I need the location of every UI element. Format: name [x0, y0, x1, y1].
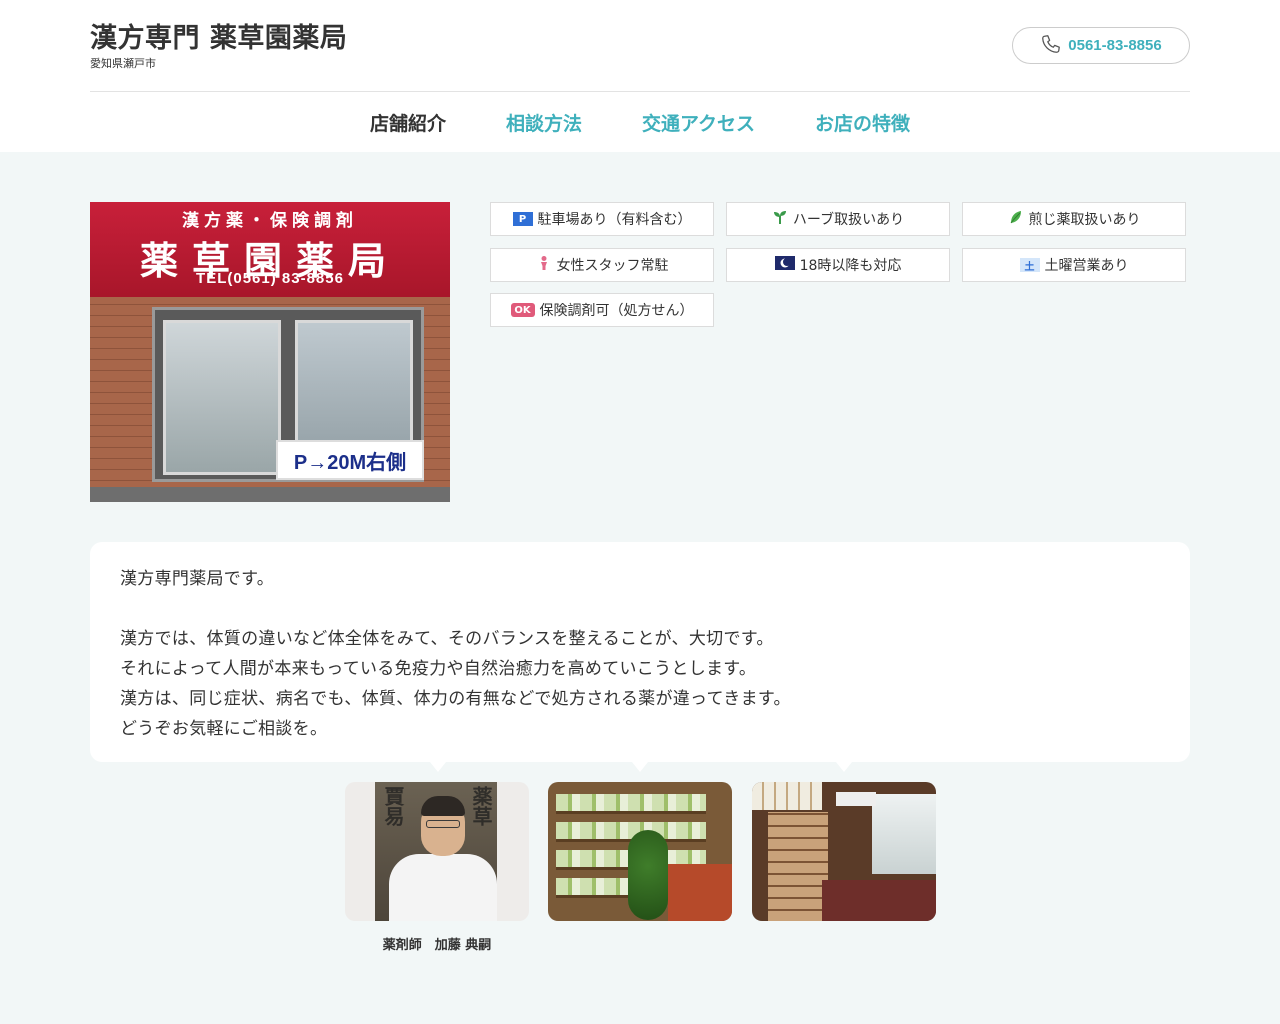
intro-line: 漢方専門薬局です。 [120, 569, 274, 589]
feature-parking: P 駐車場あり（有料含む） [490, 202, 714, 236]
feature-label: 18時以降も対応 [799, 258, 902, 274]
feature-herb: ハーブ取扱いあり [726, 202, 950, 236]
parking-sign: P→20M右側 [276, 440, 424, 480]
nav-features[interactable]: お店の特徴 [815, 109, 910, 136]
intro-text-box: 漢方専門薬局です。 漢方では、体質の違いなど体全体をみて、そのバランスを整えるこ… [90, 542, 1190, 762]
feature-after-18: 18時以降も対応 [726, 248, 950, 282]
potted-plant [628, 830, 668, 920]
feature-decoction: 煎じ薬取扱いあり [962, 202, 1186, 236]
phone-number: 0561-83-8856 [1068, 37, 1162, 54]
product-shelf [556, 794, 706, 814]
site-title[interactable]: 漢方専門 薬草園薬局 [90, 16, 347, 55]
intro-line [120, 594, 1160, 624]
saturday-icon: 土 [1019, 258, 1040, 273]
shop-sign: 漢方薬・保険調剤 薬草園薬局 TEL(0561) 83-8856 [90, 202, 450, 297]
nav-shop-intro[interactable]: 店舗紹介 [370, 109, 446, 136]
sign-tel-text: TEL(0561) 83-8856 [196, 270, 344, 287]
pharmacist-caption: 薬剤師 加藤 典嗣 [382, 938, 492, 953]
sign-top-text: 漢方薬・保険調剤 [182, 211, 358, 231]
intro-line: 漢方では、体質の違いなど体全体をみて、そのバランスを整えることが、大切です。 [120, 629, 774, 649]
herb-drawers [768, 812, 828, 921]
calligraphy-scroll: 薬草 [469, 786, 493, 826]
intro-line: それによって人間が本来もっている免疫力や自然治癒力を高めていこうとします。 [120, 659, 757, 679]
feature-label: ハーブ取扱いあり [792, 212, 905, 228]
shelf-photo[interactable] [548, 782, 732, 921]
intro-line: 漢方は、同じ症状、病名でも、体質、体力の有無などで処方される薬が違ってきます。 [120, 689, 791, 709]
photo-gallery: 賈易 薬草 [345, 782, 937, 922]
storefront-photo: 漢方薬・保険調剤 薬草園薬局 TEL(0561) 83-8856 P→20M右側 [90, 202, 450, 502]
feature-label: 保険調剤可（処方せん） [539, 303, 694, 319]
interior-photo[interactable] [752, 782, 936, 921]
main-nav: 店舗紹介 相談方法 交通アクセス お店の特徴 [90, 92, 1190, 152]
shop-counter [668, 864, 732, 921]
female-staff-icon [536, 255, 552, 275]
feature-label: 煎じ薬取扱いあり [1028, 212, 1141, 228]
site-location: 愛知県瀬戸市 [90, 57, 156, 70]
intro-line: どうぞお気軽にご相談を。 [120, 719, 328, 739]
pharmacist-photo[interactable]: 賈易 薬草 [345, 782, 529, 921]
air-conditioner [836, 792, 876, 806]
shop-window [872, 794, 936, 874]
nav-consultation[interactable]: 相談方法 [506, 109, 582, 136]
speech-notch [836, 762, 852, 772]
feature-label: 女性スタッフ常駐 [556, 258, 669, 274]
speech-notch [632, 762, 648, 772]
phone-icon [1040, 33, 1062, 59]
parking-icon: P [512, 212, 533, 226]
site-header: 漢方専門 薬草園薬局 愛知県瀬戸市 0561-83-8856 店舗紹介 相談方法… [0, 0, 1280, 152]
sprout-icon [772, 209, 788, 229]
pharmacist-glasses [426, 820, 460, 828]
sidewalk [90, 487, 450, 502]
feature-insurance: OK 保険調剤可（処方せん） [490, 293, 714, 327]
insurance-ok-icon: OK [510, 303, 535, 317]
phone-button[interactable]: 0561-83-8856 [1012, 27, 1190, 64]
pharmacist-hair [421, 796, 465, 816]
glass-door-left [163, 320, 281, 475]
speech-notch [430, 762, 446, 772]
feature-saturday: 土 土曜営業あり [962, 248, 1186, 282]
counter-bench [822, 880, 936, 921]
nav-access[interactable]: 交通アクセス [642, 109, 755, 136]
calligraphy-scroll: 賈易 [381, 786, 405, 826]
pharmacist-shirt [389, 854, 497, 921]
pharmacist-portrait: 賈易 薬草 [375, 782, 497, 921]
leaf-icon [1008, 209, 1024, 229]
feature-label: 土曜営業あり [1044, 258, 1129, 274]
product-shelf [752, 782, 822, 810]
feature-label: 駐車場あり（有料含む） [537, 212, 692, 228]
moon-icon [774, 256, 795, 274]
feature-female-staff: 女性スタッフ常駐 [490, 248, 714, 282]
